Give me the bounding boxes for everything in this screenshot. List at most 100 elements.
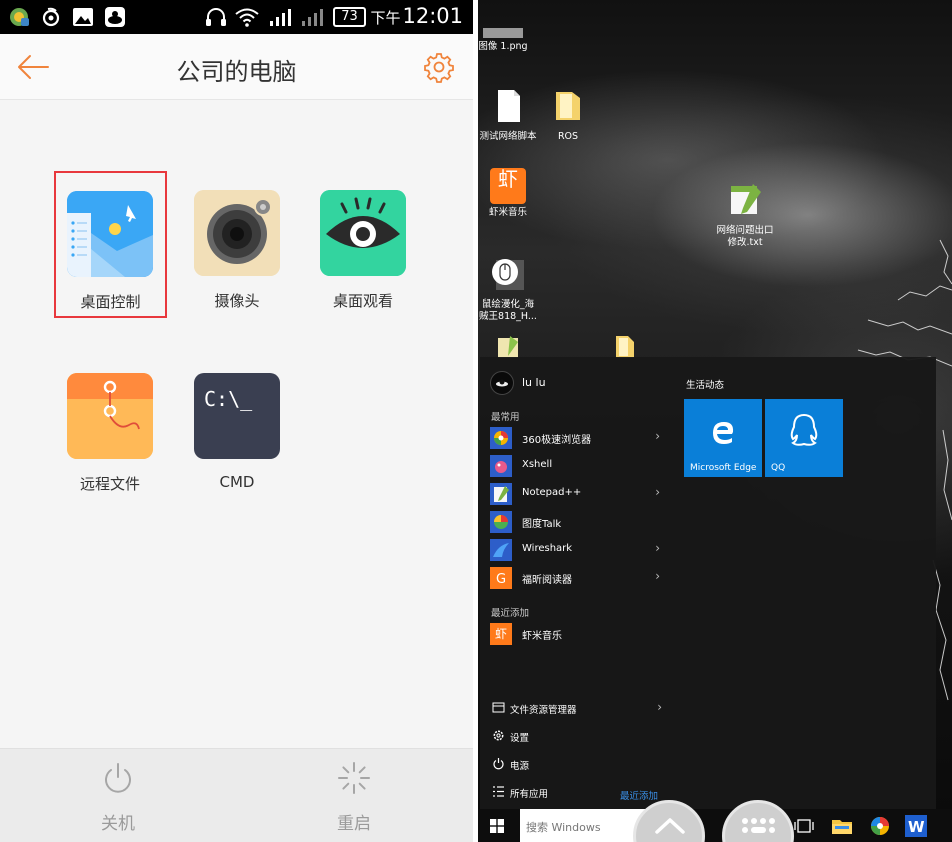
partial-folder-icon xyxy=(616,336,634,358)
chevron-right-icon[interactable]: › xyxy=(657,700,662,714)
wps-writer-icon[interactable]: W xyxy=(904,814,928,838)
bottom-action-bar: 关机 重启 xyxy=(0,748,473,842)
tile-label: 远程文件 xyxy=(79,475,140,493)
envelope-file-icon xyxy=(67,373,153,459)
start-item-notepadpp[interactable]: Notepad++ › xyxy=(490,482,660,506)
live-tile-edge[interactable]: Microsoft Edge xyxy=(684,399,762,477)
svg-text:W: W xyxy=(908,818,925,836)
partial-notepad-icon xyxy=(498,336,518,358)
tile-desktop-control[interactable]: 桌面控制 xyxy=(54,171,167,318)
start-settings[interactable]: 设置 xyxy=(492,727,662,747)
desktop-icon-label: 虾米音乐 xyxy=(488,207,527,218)
task-view-icon[interactable] xyxy=(792,814,816,838)
desktop-icon-image-png[interactable]: 图像 1.png xyxy=(478,28,548,53)
start-item-label: 福昕阅读器 xyxy=(522,575,572,586)
live-tile-label: Microsoft Edge xyxy=(690,463,757,473)
tile-label: 桌面控制 xyxy=(80,293,141,311)
restart-label: 重启 xyxy=(337,814,371,834)
tile-desktop-view[interactable]: 桌面观看 xyxy=(308,172,418,317)
document-icon xyxy=(498,90,520,122)
image-file-icon xyxy=(483,28,523,38)
gallery-icon xyxy=(73,8,93,26)
search-placeholder: 搜索 Windows xyxy=(526,821,601,834)
tile-label: CMD xyxy=(219,473,255,491)
tile-label: 桌面观看 xyxy=(332,292,393,310)
tile-camera[interactable]: 摄像头 xyxy=(182,172,292,317)
chevron-right-icon[interactable]: › xyxy=(655,429,660,443)
start-item-360-browser[interactable]: 360极速浏览器 › xyxy=(490,426,660,450)
status-bar: 73 下午12:01 xyxy=(0,0,473,34)
app-notification-icon xyxy=(10,8,29,26)
remote-desktop-view: 图像 1.png 测试网络脚本 ROS 虾 虾米音乐 网络问题出口 修改.txt… xyxy=(478,0,952,842)
tile-remote-files[interactable]: 远程文件 xyxy=(55,355,165,500)
file-explorer-icon xyxy=(492,702,505,713)
power-icon xyxy=(105,763,131,793)
app-header: 公司的电脑 xyxy=(0,34,473,100)
restart-button[interactable]: 重启 xyxy=(294,749,414,842)
start-item-xshell[interactable]: Xshell xyxy=(490,454,660,478)
desktop-icon-xiami[interactable]: 虾 虾米音乐 xyxy=(478,168,553,219)
start-power[interactable]: 电源 xyxy=(492,755,662,775)
cmd-icon-text: C:\_ xyxy=(204,387,253,411)
desktop-icon-label: ROS xyxy=(557,131,579,142)
cmd-terminal-icon: C:\_ xyxy=(194,373,280,459)
user-avatar xyxy=(490,371,514,395)
settings-icon xyxy=(493,730,504,741)
start-menu: lu lu 最常用 360极速浏览器 › Xshell Notepad++ › … xyxy=(480,357,936,809)
netease-icon xyxy=(42,7,60,27)
recently-added-link[interactable]: 最近添加 xyxy=(620,788,658,802)
battery-level: 73 xyxy=(333,7,366,27)
start-button[interactable] xyxy=(478,809,516,842)
page-title: 公司的电脑 xyxy=(176,58,297,86)
app-icon xyxy=(105,7,125,27)
browser-360-icon xyxy=(490,427,512,449)
chevron-right-icon[interactable]: › xyxy=(655,541,660,555)
taskbar: 搜索 Windows W xyxy=(478,809,952,842)
start-live-tiles: 生活动态 Microsoft Edge QQ xyxy=(684,357,934,809)
phone-screen: 73 下午12:01 公司的电脑 桌面控制 摄像头 桌面观看 远程文件 C:\_… xyxy=(0,0,473,842)
live-tile-qq[interactable]: QQ xyxy=(765,399,843,477)
start-item-foxit[interactable]: G 福昕阅读器 › xyxy=(490,566,660,590)
browser-360-taskbar-icon[interactable] xyxy=(868,814,892,838)
chevron-right-icon[interactable]: › xyxy=(655,485,660,499)
start-item-xiami[interactable]: 虾 虾米音乐 xyxy=(490,622,660,646)
power-icon xyxy=(493,758,504,770)
signal-2-icon xyxy=(302,9,323,26)
desktop-icon-network-txt[interactable]: 网络问题出口 修改.txt xyxy=(700,170,790,261)
edge-icon xyxy=(713,422,734,444)
tile-cmd[interactable]: C:\_ CMD xyxy=(182,355,292,500)
file-explorer-taskbar-icon[interactable] xyxy=(830,814,854,838)
desktop-icon-onepiece[interactable]: 鼠绘漫化_海 贼王818_H... xyxy=(478,244,553,335)
live-tile-label: QQ xyxy=(771,463,786,473)
chevron-up-icon xyxy=(655,818,685,834)
notepadpp-icon xyxy=(490,483,512,505)
all-apps-icon xyxy=(493,786,504,797)
start-item-tudutalk[interactable]: 图度Talk xyxy=(490,510,660,534)
start-file-explorer[interactable]: 文件资源管理器 › xyxy=(492,699,662,719)
camera-icon xyxy=(194,190,280,276)
start-menu-list: lu lu 最常用 360极速浏览器 › Xshell Notepad++ › … xyxy=(480,357,670,809)
shutdown-label: 关机 xyxy=(101,814,135,834)
chevron-right-icon[interactable]: › xyxy=(655,569,660,583)
start-sys-label: 文件资源管理器 xyxy=(510,705,577,716)
shutdown-button[interactable]: 关机 xyxy=(58,749,178,842)
restart-loading-icon xyxy=(338,762,370,794)
windows-logo-icon xyxy=(490,819,504,833)
start-item-label: Wireshark xyxy=(522,543,573,554)
desktop-icon-label: 鼠绘漫化_海 贼王818_H... xyxy=(479,299,537,322)
svg-text:G: G xyxy=(496,572,506,587)
desktop-icon-label: 网络问题出口 修改.txt xyxy=(716,225,774,248)
start-item-label: Xshell xyxy=(522,459,553,470)
desktop-icon-ros[interactable]: ROS xyxy=(523,88,613,143)
xiami-icon: 虾 xyxy=(490,168,526,204)
xshell-icon xyxy=(490,455,512,477)
qq-penguin-icon xyxy=(790,413,818,446)
tile-label: 摄像头 xyxy=(214,292,260,310)
tudutalk-icon xyxy=(490,511,512,533)
gear-icon[interactable] xyxy=(423,51,455,83)
headphone-icon xyxy=(206,8,226,26)
start-item-label: 图度Talk xyxy=(522,519,562,530)
foxit-reader-icon: G xyxy=(490,567,512,589)
wireshark-icon xyxy=(490,539,512,561)
start-item-wireshark[interactable]: Wireshark › xyxy=(490,538,660,562)
